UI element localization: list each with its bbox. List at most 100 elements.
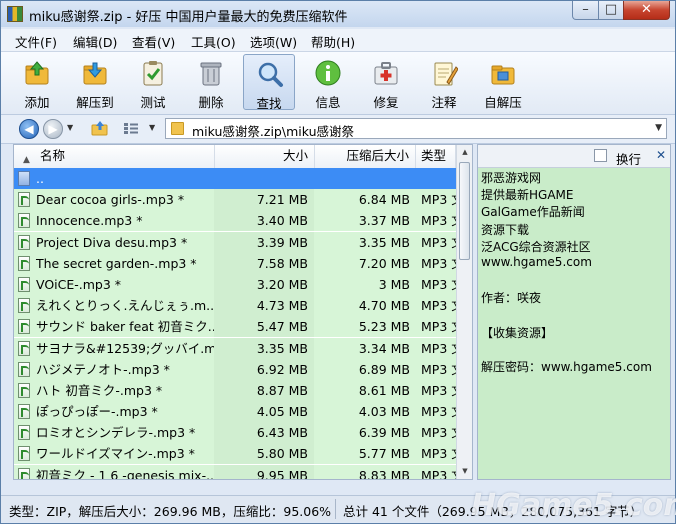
table-row[interactable]: ぽっぴっぽー-.mp3 * 4.05 MB4.03 MBMP3 文 <box>14 401 456 423</box>
info-icon <box>315 60 341 86</box>
extract-to-button[interactable]: 解压到 <box>69 54 121 110</box>
menu-help[interactable]: 帮助(H) <box>311 32 355 51</box>
file-type: MP3 文 <box>416 358 456 380</box>
address-dropdown-icon[interactable]: ▼ <box>655 123 662 133</box>
scroll-down-arrow-icon[interactable]: ▼ <box>457 464 472 479</box>
file-size: 4.73 MB <box>214 295 314 317</box>
file-type: MP3 文 <box>416 231 456 253</box>
test-clipboard-icon <box>143 61 163 86</box>
table-row[interactable]: ハト 初音ミク-.mp3 * 8.87 MB8.61 MBMP3 文 <box>14 379 456 401</box>
add-button[interactable]: 添加 <box>11 54 63 110</box>
close-button[interactable]: ✕ <box>623 1 670 20</box>
file-compressed-size: 3.34 MB <box>314 337 416 359</box>
history-dropdown-icon[interactable]: ▼ <box>67 123 73 132</box>
table-row[interactable]: サヨナラ&#12539;グッバイ.m...3.35 MB3.34 MBMP3 文 <box>14 337 456 359</box>
table-row[interactable]: Innocence.mp3 * 3.40 MB3.37 MBMP3 文 <box>14 210 456 232</box>
wrap-checkbox[interactable] <box>594 149 607 162</box>
audio-file-icon <box>18 276 30 292</box>
column-size-header[interactable]: 大小 <box>215 145 315 168</box>
file-size: 6.92 MB <box>214 358 314 380</box>
file-name: Project Diva desu.mp3 * <box>36 234 188 250</box>
column-name-label: 名称 <box>40 148 66 163</box>
table-row[interactable]: The secret garden-.mp3 * 7.58 MB 7.20 MB MP… <box>14 252 456 274</box>
view-dropdown-icon[interactable]: ▼ <box>149 123 155 132</box>
file-type: MP3 文 <box>416 295 456 317</box>
column-compressed-header[interactable]: 压缩后大小 <box>315 145 416 168</box>
close-comment-icon[interactable]: ✕ <box>656 148 666 162</box>
file-size: 3.40 MB <box>214 210 314 232</box>
repair-button[interactable]: 修复 <box>360 54 412 110</box>
table-row[interactable]: サウンド baker feat 初音ミク... 5.47 MB 5.23 MB MP3… <box>14 316 456 338</box>
file-size: 5.80 MB <box>214 443 314 465</box>
file-name: ロミオとシンデレラ-.mp3 * <box>36 425 196 441</box>
title-bar: miku感谢祭.zip - 好压 中国用户量最大的免费压缩软件 – □ ✕ <box>1 1 675 27</box>
file-compressed-size: 4.70 MB <box>314 295 416 317</box>
table-row[interactable]: ワールドイズマイン-.mp3 * 5.80 MB5.77 MBMP3 文 <box>14 443 456 465</box>
scroll-up-arrow-icon[interactable]: ▲ <box>457 145 472 160</box>
file-name: ハト 初音ミク-.mp3 * <box>36 382 163 398</box>
file-size: 4.05 MB <box>214 401 314 423</box>
menu-edit[interactable]: 编辑(D) <box>73 32 117 51</box>
file-size: 6.43 MB <box>214 422 314 444</box>
comment-line: 作者：咲夜 <box>481 291 542 306</box>
file-list[interactable]: ▲ 名称 大小 压缩后大小 类型 .. Dear cocoa girls-.mp3… <box>13 144 473 480</box>
scrollbar-thumb[interactable] <box>459 162 470 260</box>
file-name-cell: えれくとりっく.えんじぇぅ.m... <box>14 295 214 317</box>
test-button[interactable]: 测试 <box>127 54 179 110</box>
table-row[interactable]: ハジメテノオト-.mp3 * 6.92 MB6.89 MBMP3 文 <box>14 358 456 380</box>
view-mode-icon[interactable] <box>123 122 139 135</box>
comment-notepad-icon <box>434 62 458 86</box>
file-compressed-size <box>314 168 416 189</box>
file-type: MP3 文 <box>416 379 456 401</box>
file-name-cell: The secret garden-.mp3 * <box>14 252 214 274</box>
file-name: The secret garden-.mp3 * <box>36 255 197 271</box>
file-compressed-size: 3.37 MB <box>314 210 416 232</box>
file-name-cell: .. <box>14 168 214 189</box>
maximize-button[interactable]: □ <box>598 1 624 20</box>
column-type-header[interactable]: 类型 <box>416 145 456 168</box>
comment-button[interactable]: 注释 <box>418 54 470 110</box>
menu-view[interactable]: 查看(V) <box>132 32 175 51</box>
file-name: .. <box>36 171 44 186</box>
file-name-cell: VOiCE-.mp3 * <box>14 273 214 295</box>
test-label: 测试 <box>140 95 166 110</box>
column-name-header[interactable]: ▲ 名称 <box>14 145 215 168</box>
comment-line: 邪恶游戏网 <box>481 171 542 185</box>
comment-line: 泛ACG综合资源社区 <box>481 239 591 254</box>
file-list-scrollbar[interactable]: ▲ ▼ <box>456 145 472 479</box>
table-row[interactable]: Project Diva desu.mp3 * 3.39 MB 3.35 MB MP3… <box>14 231 456 253</box>
address-input[interactable]: miku感谢祭.zip\miku感谢祭 ▼ <box>165 118 667 139</box>
menu-file[interactable]: 文件(F) <box>15 32 57 51</box>
address-bar: ◀ ▶ ▼ ▼ miku感谢祭.zip\miku感谢祭 ▼ <box>1 115 675 144</box>
comment-pane: 换行 ✕ 邪恶游戏网 提供最新HGAME GalGame作品新闻 资源下载 泛ACG综合… <box>477 144 671 480</box>
file-name: サウンド baker feat 初音ミク... <box>36 319 214 335</box>
table-row[interactable]: VOiCE-.mp3 * 3.20 MB3 MBMP3 文 <box>14 273 456 295</box>
file-compressed-size: 3.35 MB <box>314 231 416 253</box>
info-button[interactable]: 信息 <box>302 54 354 110</box>
find-button[interactable]: 查找 <box>243 54 295 111</box>
file-type: MP3 文 <box>416 189 456 211</box>
audio-file-icon <box>18 340 30 356</box>
file-size: 5.47 MB <box>214 316 314 338</box>
table-row[interactable]: 初音ミク - 1 6 -genesis mix-... 9.95 MB 8.83 M… <box>14 464 456 479</box>
file-type: MP3 文 <box>416 273 456 295</box>
table-row[interactable]: ロミオとシンデレラ-.mp3 * 6.43 MB6.39 MBMP3 文 <box>14 422 456 444</box>
menu-tools[interactable]: 工具(O) <box>191 32 236 51</box>
menu-options[interactable]: 选项(W) <box>250 32 297 51</box>
minimize-button[interactable]: – <box>572 1 599 20</box>
delete-button[interactable]: 删除 <box>185 54 237 110</box>
parent-folder-row[interactable]: .. <box>14 168 456 189</box>
comment-pane-header: 换行 ✕ <box>478 145 670 168</box>
table-row[interactable]: Dear cocoa girls-.mp3 * 7.21 MB 6.84 MB MP3… <box>14 189 456 211</box>
back-arrow-icon[interactable]: ◀ <box>19 119 39 139</box>
file-name-cell: ワールドイズマイン-.mp3 * <box>14 443 214 465</box>
forward-arrow-icon[interactable]: ▶ <box>43 119 63 139</box>
comment-line: 资源下载 <box>481 222 530 237</box>
audio-file-icon <box>18 425 30 441</box>
file-type: MP3 文 <box>416 210 456 232</box>
file-name-cell: サヨナラ&#12539;グッバイ.m... <box>14 337 214 359</box>
table-row[interactable]: えれくとりっく.えんじぇぅ.m...4.73 MB4.70 MBMP3 文 <box>14 295 456 317</box>
self-extract-button[interactable]: 自解压 <box>477 54 529 110</box>
up-folder-icon[interactable] <box>91 120 109 136</box>
magnifier-icon <box>258 62 283 87</box>
